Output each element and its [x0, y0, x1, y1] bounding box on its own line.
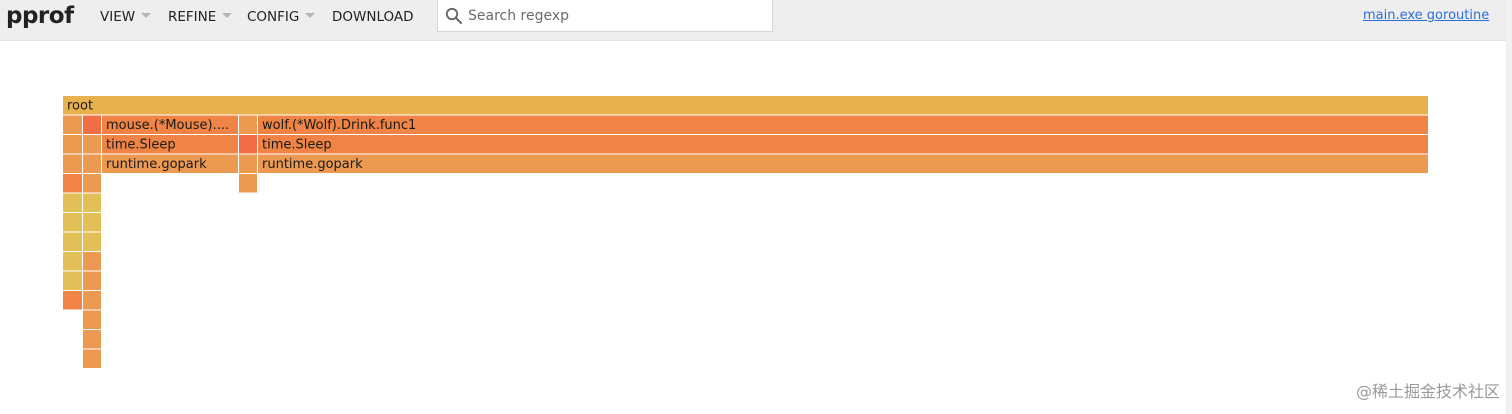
flame-frame-rect[interactable] [63, 213, 82, 232]
flame-frame-rect[interactable] [83, 291, 101, 310]
flame-frame-unlabeled[interactable] [83, 174, 101, 193]
flame-frame-label: root [67, 99, 93, 114]
flame-frame-rect[interactable] [83, 193, 101, 213]
flame-frame-rect[interactable] [83, 154, 101, 174]
flame-frame-rect[interactable] [239, 115, 257, 135]
flame-frame[interactable]: mouse.(*Mouse).... [102, 115, 238, 135]
flame-frame-unlabeled[interactable] [63, 213, 82, 232]
flame-frame-unlabeled[interactable] [63, 115, 82, 135]
flame-frame-rect[interactable] [83, 232, 101, 252]
flame-frame-unlabeled[interactable] [63, 193, 82, 213]
flame-frame-unlabeled[interactable] [63, 232, 82, 252]
flame-frame-unlabeled[interactable] [83, 193, 101, 213]
flame-frame-rect[interactable] [83, 174, 101, 193]
flame-frame-unlabeled[interactable] [83, 213, 101, 232]
flame-frame-rect[interactable] [258, 135, 1428, 154]
flame-frame-rect[interactable] [239, 135, 257, 154]
flame-frame-rect[interactable] [258, 115, 1428, 135]
flame-frame-rect[interactable] [63, 252, 82, 271]
flame-frame-label: wolf.(*Wolf).Drink.func1 [262, 118, 416, 133]
flame-frame-unlabeled[interactable] [83, 232, 101, 252]
flame-frame-unlabeled[interactable] [83, 310, 101, 330]
flame-frame-label: runtime.gopark [262, 157, 363, 172]
flame-graph: root mouse.(*Mouse).... wolf.(*Wolf).Drink… [63, 96, 1428, 369]
flame-frame-unlabeled[interactable] [239, 154, 257, 174]
flame-frame-rect[interactable] [63, 232, 82, 252]
flame-frame-rect[interactable] [83, 271, 101, 291]
flame-frame[interactable]: time.Sleep [258, 135, 1428, 154]
flame-frame-rect[interactable] [63, 291, 82, 310]
flame-frame-rect[interactable] [83, 135, 101, 154]
flame-frame-unlabeled[interactable] [63, 174, 82, 193]
flame-frame-unlabeled[interactable] [63, 252, 82, 271]
flame-frame-label: mouse.(*Mouse).... [106, 118, 229, 133]
flame-frame-rect[interactable] [83, 252, 101, 271]
flame-frame-rect[interactable] [239, 154, 257, 174]
flame-frame-label: time.Sleep [106, 138, 176, 153]
flame-frame-rect[interactable] [83, 330, 101, 349]
flame-frame-rect[interactable] [83, 310, 101, 330]
flame-frame-unlabeled[interactable] [63, 135, 82, 154]
flame-frame-rect[interactable] [63, 154, 82, 174]
flame-frame-unlabeled[interactable] [83, 252, 101, 271]
flame-frame-unlabeled[interactable] [83, 271, 101, 291]
flame-frame[interactable]: runtime.gopark [258, 154, 1428, 174]
flame-frame-unlabeled[interactable] [239, 115, 257, 135]
flame-frame-rect[interactable] [63, 174, 82, 193]
flame-frame-label: time.Sleep [262, 138, 332, 153]
flame-frame-rect[interactable] [63, 135, 82, 154]
flame-frame-rect[interactable] [63, 193, 82, 213]
flame-frame-rect[interactable] [83, 213, 101, 232]
flame-frame-rect[interactable] [258, 154, 1428, 174]
flame-frame-unlabeled[interactable] [83, 291, 101, 310]
flame-frame-label: runtime.gopark [106, 157, 207, 172]
flame-frame-rect[interactable] [63, 115, 82, 135]
flame-frame[interactable]: time.Sleep [102, 135, 238, 154]
flame-frame[interactable]: wolf.(*Wolf).Drink.func1 [258, 115, 1428, 135]
flame-frame-unlabeled[interactable] [83, 330, 101, 349]
flame-frame-unlabeled[interactable] [63, 291, 82, 310]
flame-frame-unlabeled[interactable] [239, 174, 257, 193]
flame-frame-rect[interactable] [63, 271, 82, 291]
flame-frame-unlabeled[interactable] [83, 349, 101, 369]
flame-frame[interactable]: runtime.gopark [102, 154, 238, 174]
flame-frame-unlabeled[interactable] [83, 115, 101, 135]
flame-frame-rect[interactable] [83, 115, 101, 135]
flame-frame[interactable]: root [63, 96, 1428, 115]
flame-frame-rect[interactable] [239, 174, 257, 193]
flame-frame-unlabeled[interactable] [83, 154, 101, 174]
flame-frame-unlabeled[interactable] [63, 271, 82, 291]
watermark: @稀土掘金技术社区 [1355, 382, 1500, 401]
flame-frame-unlabeled[interactable] [83, 135, 101, 154]
flame-frame-unlabeled[interactable] [239, 135, 257, 154]
flame-frame-unlabeled[interactable] [63, 154, 82, 174]
flame-frame-rect[interactable] [83, 349, 101, 369]
flame-frame-rect[interactable] [63, 96, 1428, 115]
